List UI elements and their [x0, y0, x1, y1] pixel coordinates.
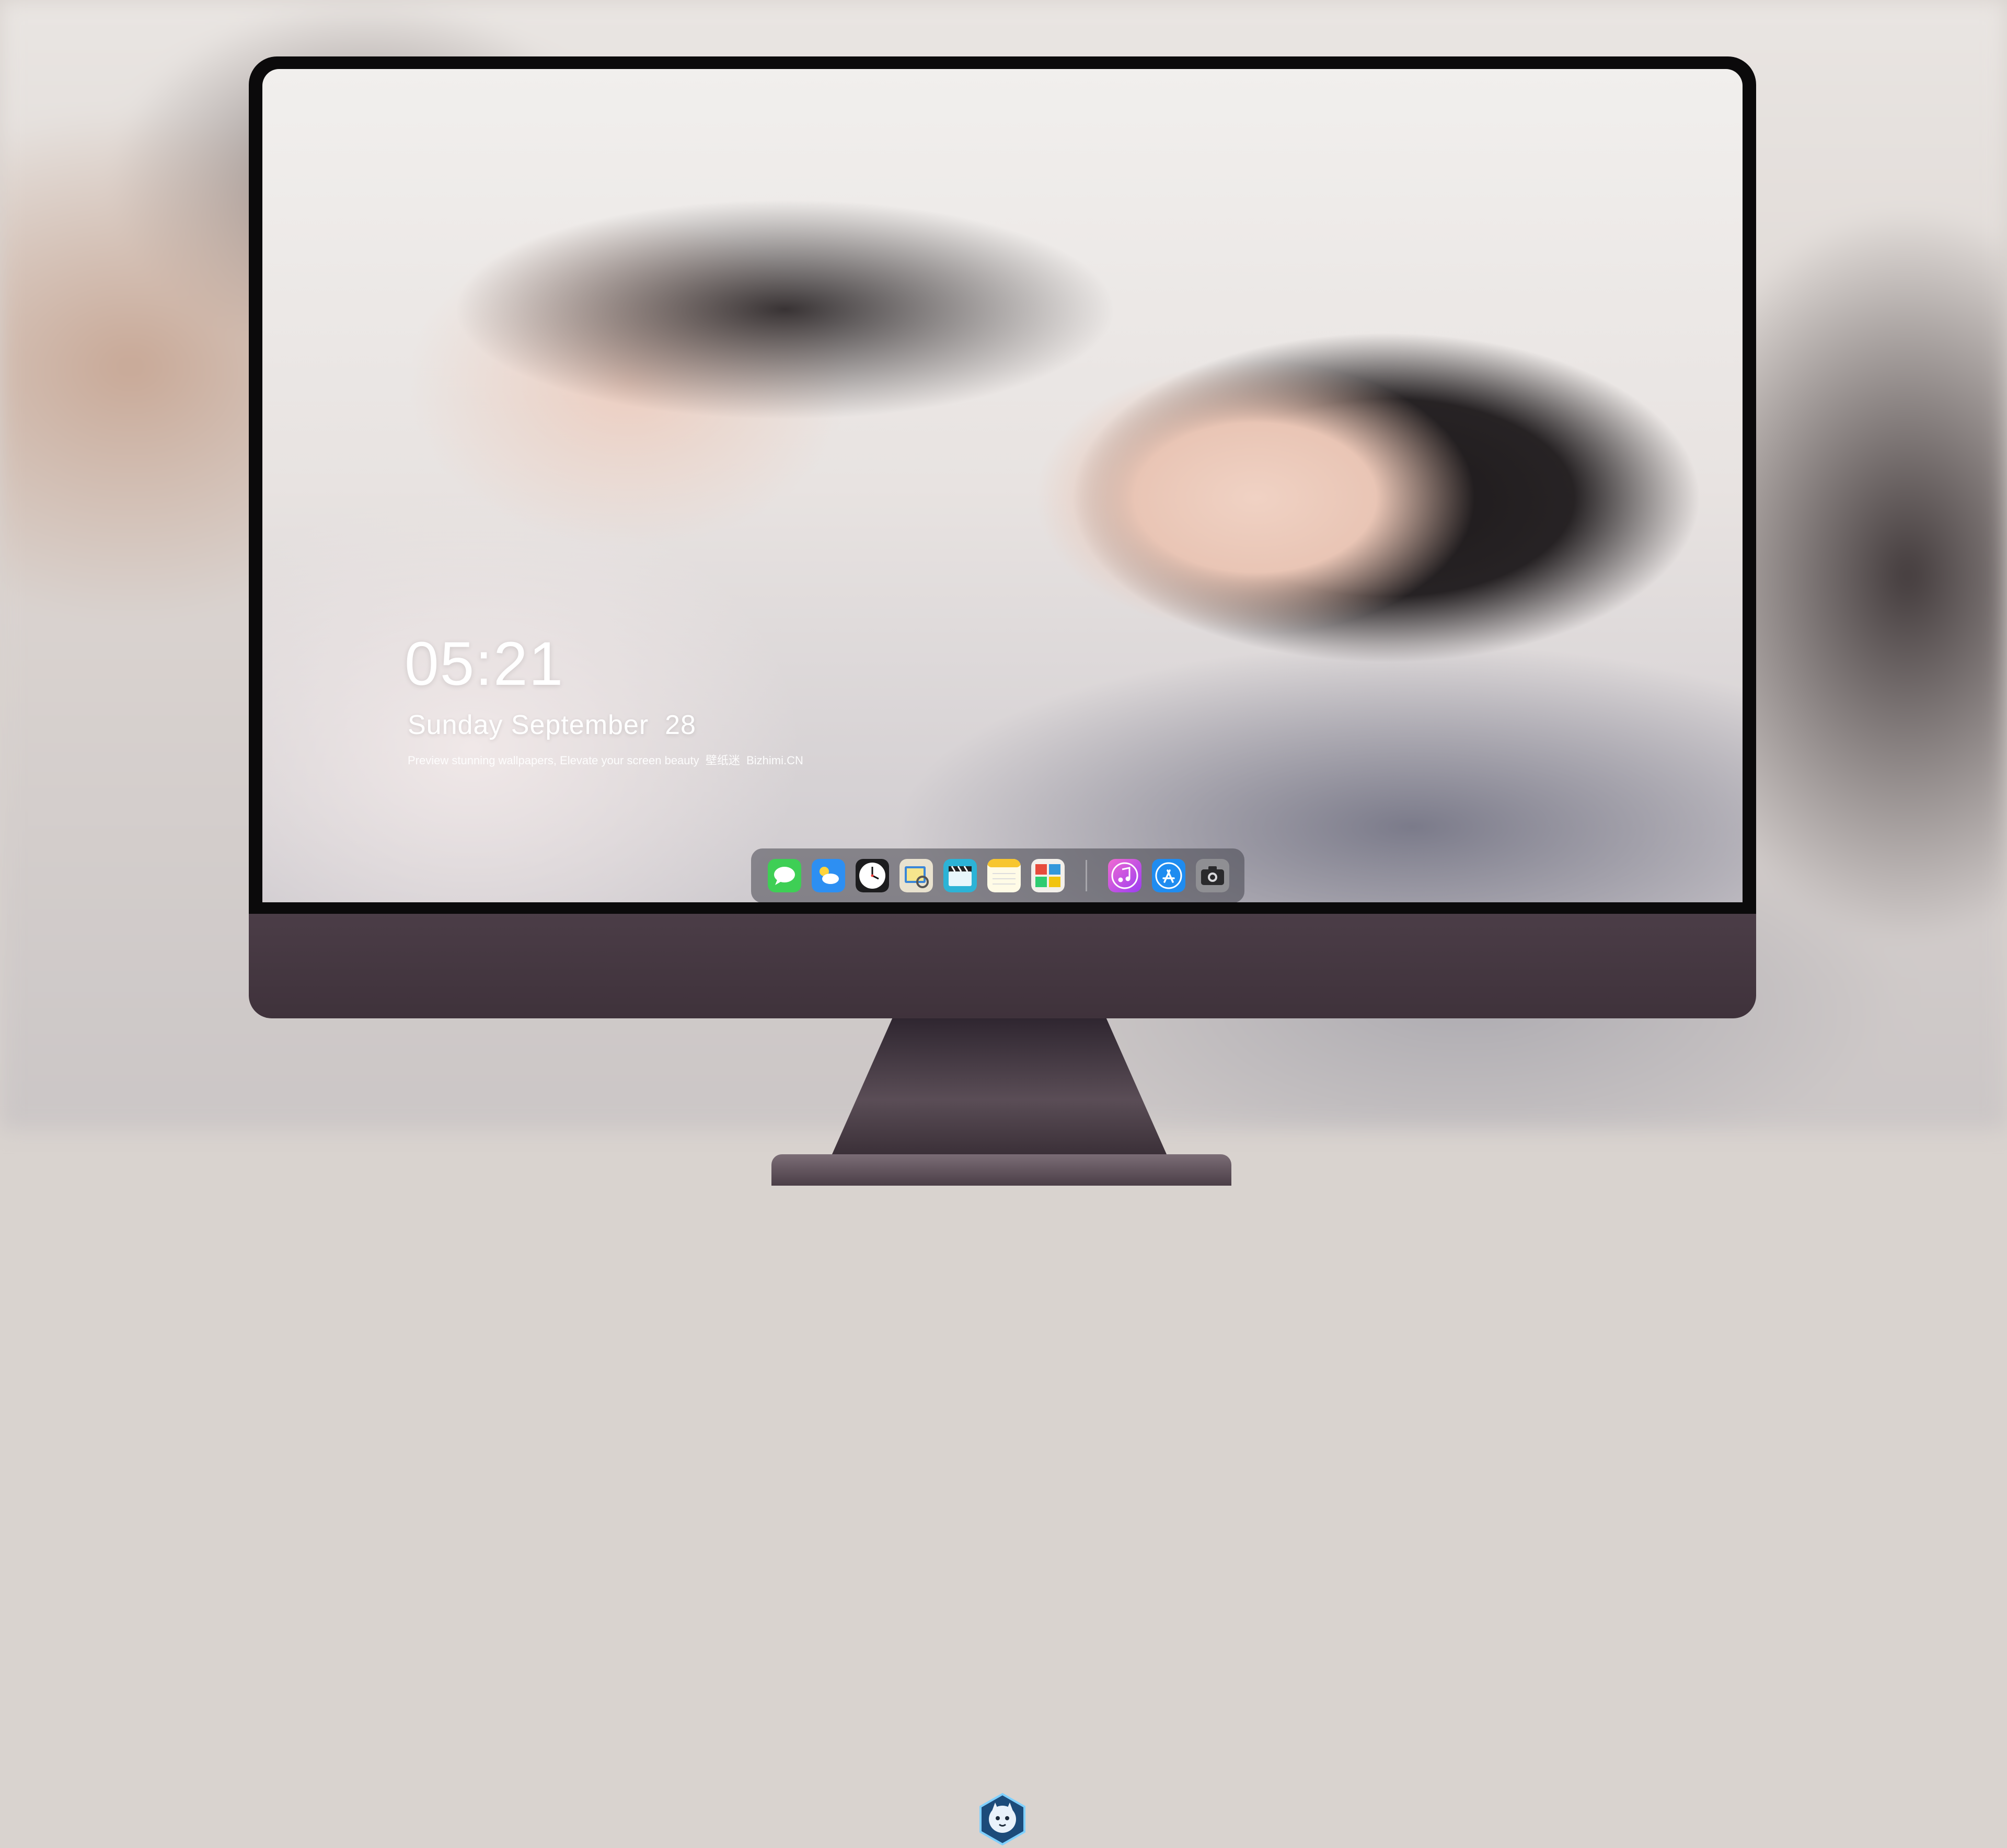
dock — [751, 848, 1244, 902]
weather-icon[interactable] — [812, 859, 845, 892]
mascot-logo-icon — [976, 1793, 1029, 1846]
clapperboard-icon[interactable] — [943, 859, 977, 892]
notes-icon[interactable] — [987, 859, 1021, 892]
monitor: 05:21 Sunday September 28 Preview stunni… — [249, 56, 1756, 1846]
camera-icon[interactable] — [1196, 859, 1229, 892]
messages-icon[interactable] — [768, 859, 801, 892]
clock-icon[interactable] — [856, 859, 889, 892]
monitor-chin — [249, 914, 1756, 1846]
lock-screen-time: 05:21 — [405, 629, 564, 698]
monitor-stand-base — [771, 1154, 1231, 1186]
photo-booth-icon[interactable] — [1031, 859, 1065, 892]
preview-icon[interactable] — [899, 859, 933, 892]
monitor-bezel: 05:21 Sunday September 28 Preview stunni… — [249, 56, 1756, 914]
music-icon[interactable] — [1108, 859, 1141, 892]
lock-screen-tagline: Preview stunning wallpapers, Elevate you… — [408, 754, 803, 767]
dock-separator — [1086, 860, 1087, 891]
lock-screen-date: Sunday September 28 — [408, 710, 696, 740]
app-store-icon[interactable] — [1152, 859, 1185, 892]
screen: 05:21 Sunday September 28 Preview stunni… — [262, 69, 1743, 902]
